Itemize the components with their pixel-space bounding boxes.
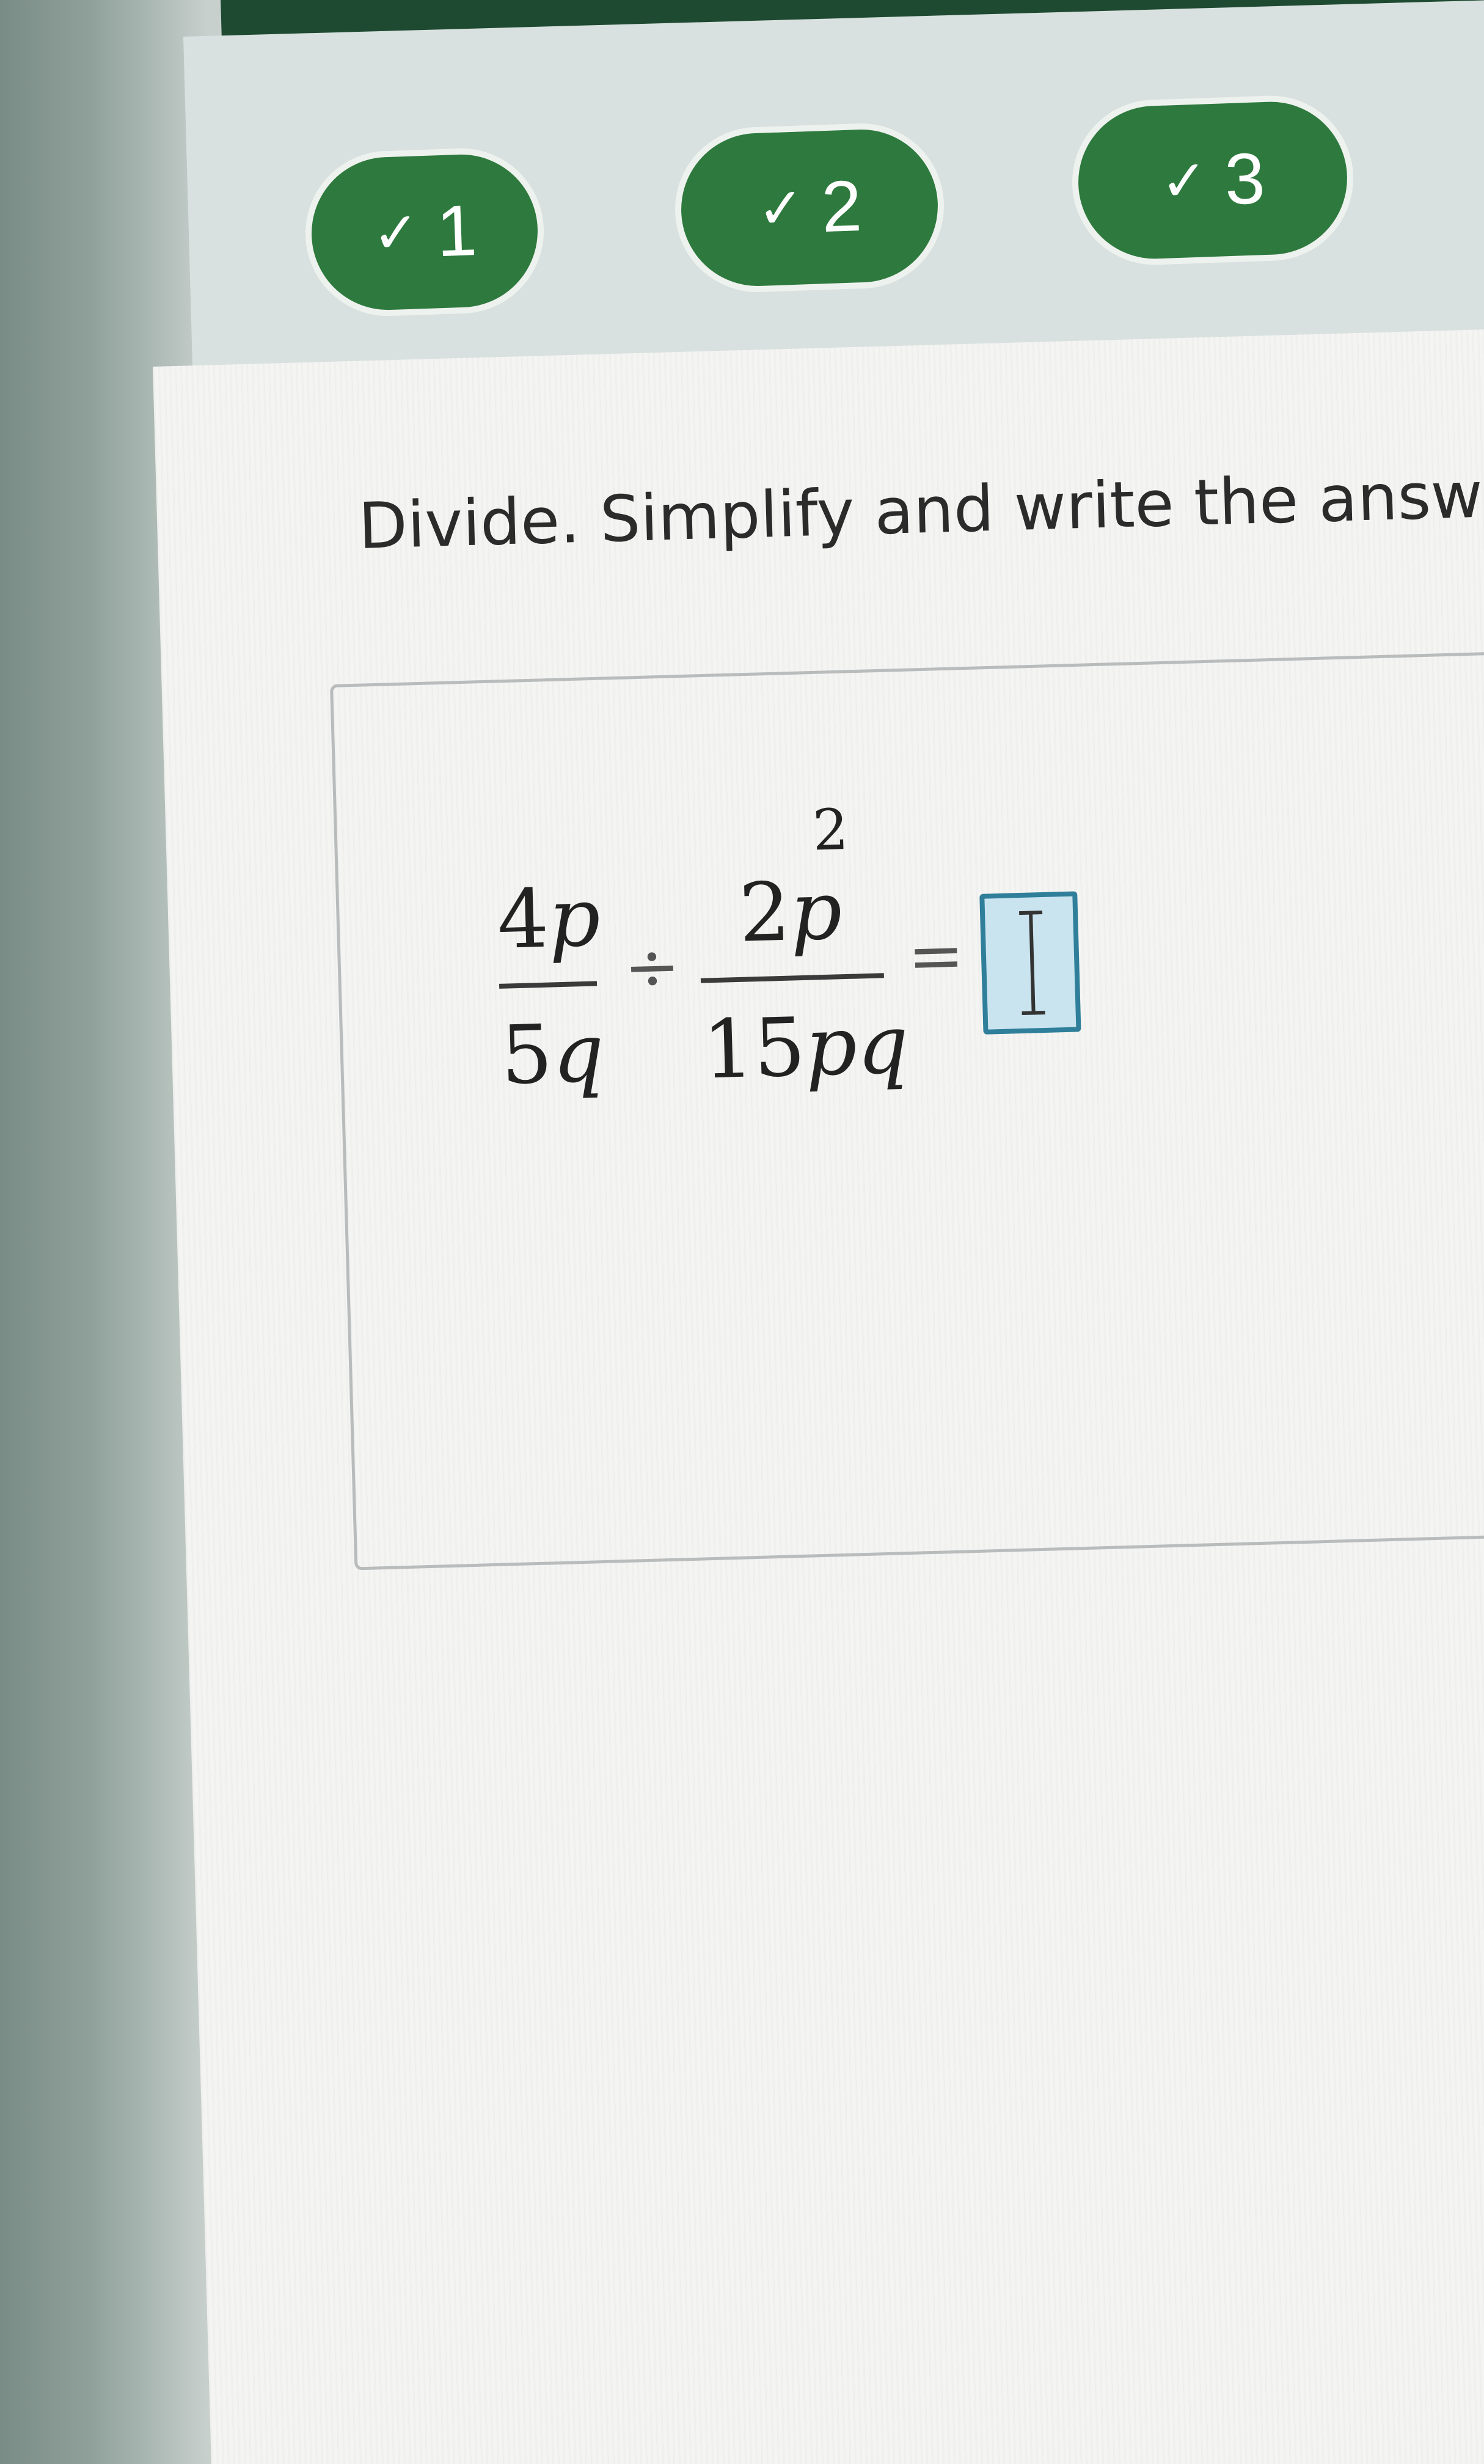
divide-sign: ÷ xyxy=(623,926,682,1007)
fraction-2-bar xyxy=(700,973,884,983)
step-label: 3 xyxy=(1223,138,1267,221)
fraction-2-denominator: 15pq xyxy=(701,997,910,1098)
step-2-button[interactable]: ✓ 2 xyxy=(678,127,941,289)
screen: ✓ 1 ✓ 2 ✓ 3 Divide. Simplify and write t… xyxy=(0,0,1484,2464)
fraction-1: 4p 5q xyxy=(495,870,605,1103)
step-3-button[interactable]: ✓ 3 xyxy=(1075,99,1350,262)
check-icon: ✓ xyxy=(371,201,421,265)
equals-sign: = xyxy=(907,915,965,996)
fraction-1-bar xyxy=(499,981,598,989)
step-1-button[interactable]: ✓ 1 xyxy=(309,152,541,313)
fraction-2-numerator: 2p xyxy=(737,864,844,961)
fraction-1-denominator: 5q xyxy=(500,1006,605,1103)
check-icon: ✓ xyxy=(756,177,806,241)
fraction-1-numerator: 4p xyxy=(495,870,602,967)
math-expression: 4p 5q ÷ 2 2p 15pq = xyxy=(495,797,1114,1149)
step-label: 2 xyxy=(820,166,863,248)
step-label: 1 xyxy=(435,190,478,273)
exponent: 2 xyxy=(811,796,850,864)
answer-input[interactable] xyxy=(979,891,1081,1035)
check-icon: ✓ xyxy=(1159,149,1209,213)
fraction-2: 2p 15pq xyxy=(698,864,910,1098)
text-cursor-icon xyxy=(1028,911,1036,1015)
